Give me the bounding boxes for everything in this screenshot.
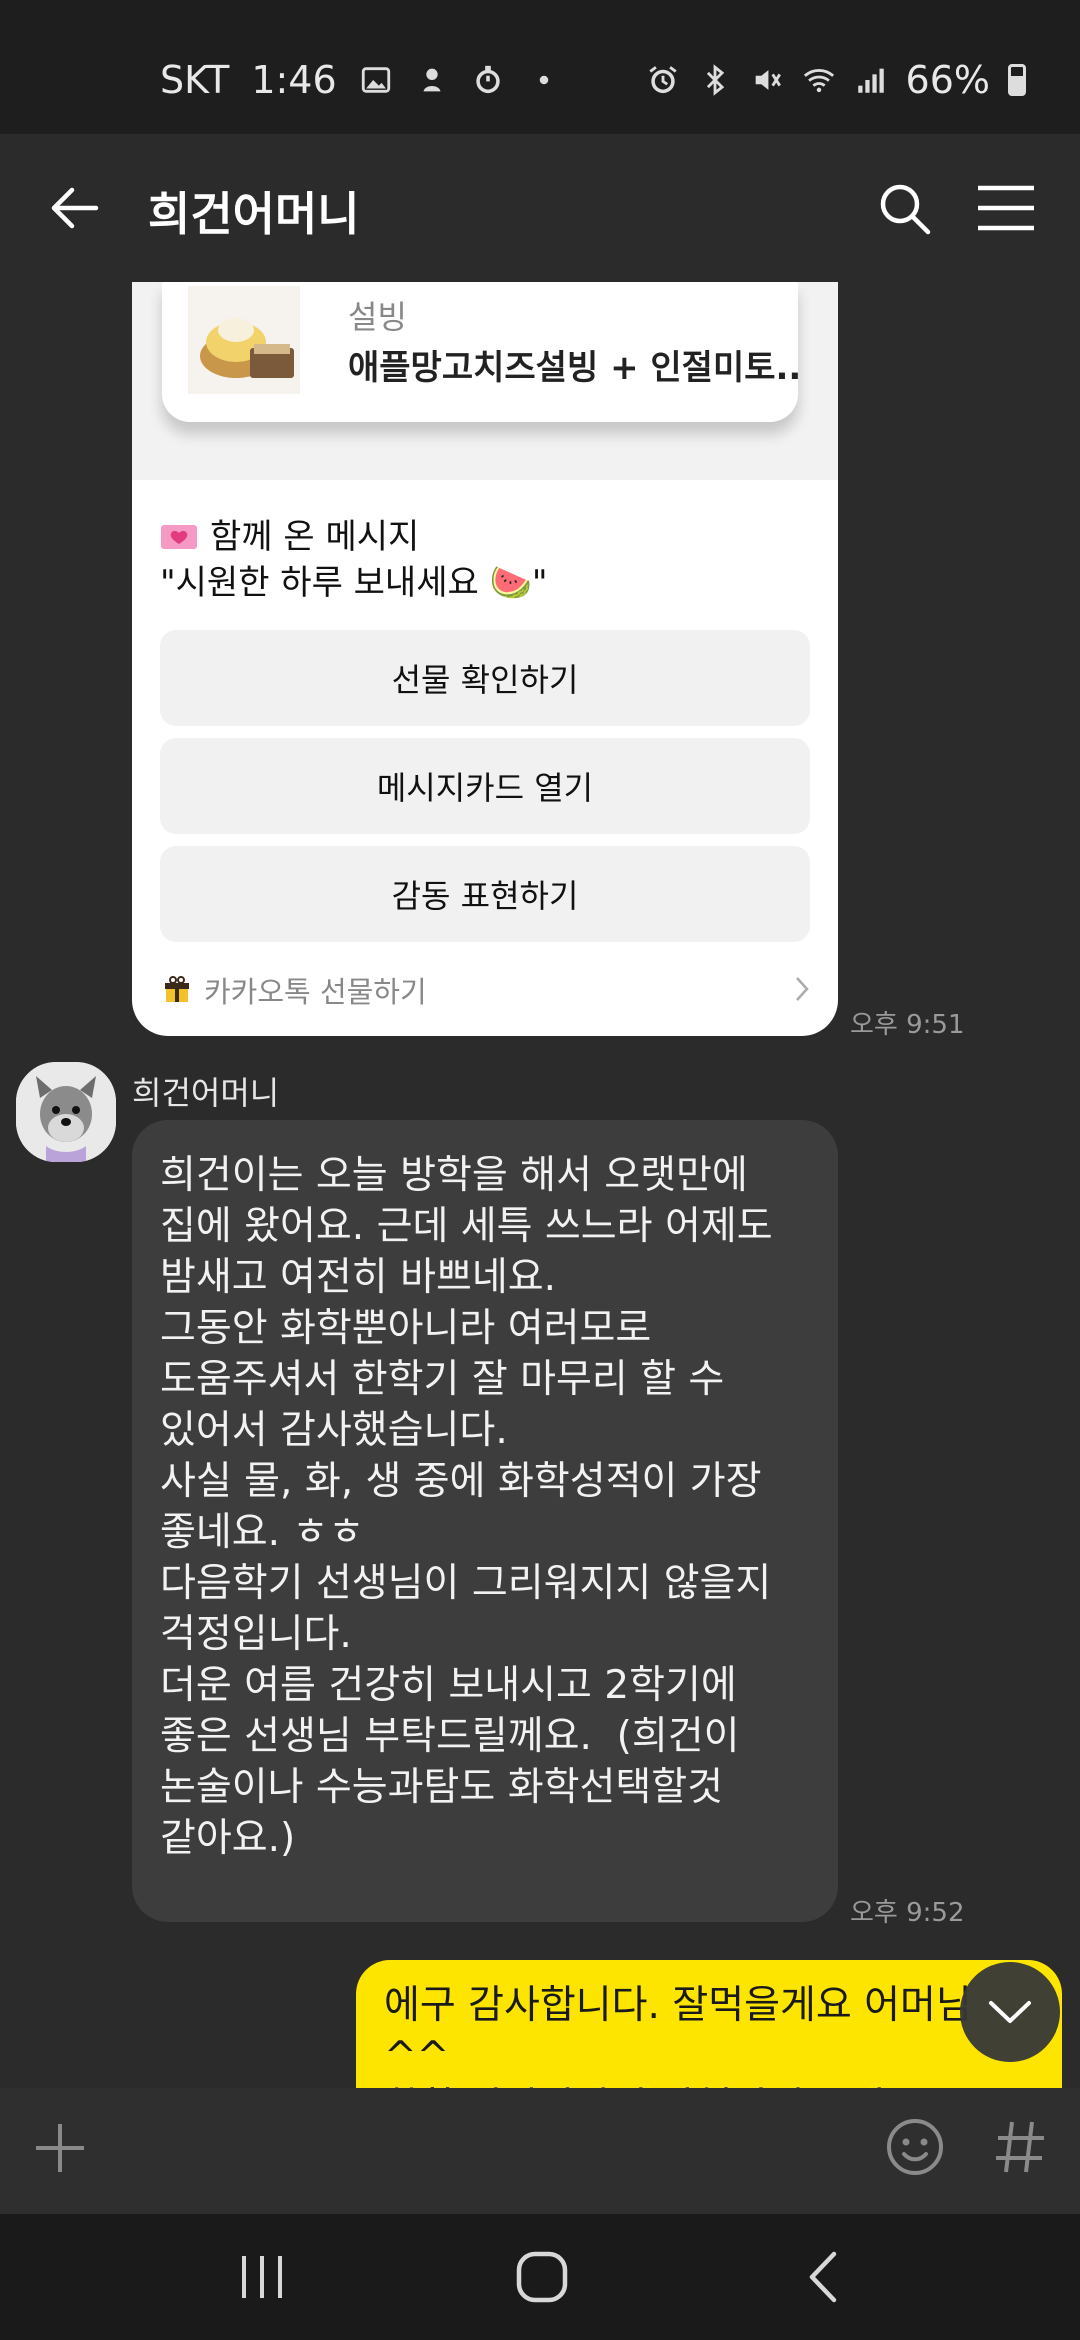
battery-percent: 66% xyxy=(905,58,990,102)
home-icon[interactable] xyxy=(502,2244,582,2310)
alarm-icon xyxy=(648,66,677,94)
product-brand: 설빙 xyxy=(348,298,407,336)
received-message-bubble[interactable]: 희건이는 오늘 방학을 해서 오랫만에 집에 왔어요. 근데 세특 쓰느라 어제… xyxy=(132,1120,838,1922)
sender-name: 희건어머니 xyxy=(132,1074,280,1112)
gift-message: 함께 온 메시지 "시원한 하루 보내세요 🍉" xyxy=(160,514,548,606)
gift-product-area: 설빙 애플망고치즈설빙 + 인절미토.. xyxy=(132,282,838,480)
scroll-down-button[interactable] xyxy=(960,1962,1060,2062)
system-nav-bar xyxy=(0,2214,1080,2340)
hamburger-icon[interactable] xyxy=(970,172,1042,244)
heart-letter-icon xyxy=(161,525,197,549)
status-bar: SKT 1:46 66% xyxy=(0,0,1080,134)
battery-icon xyxy=(1008,64,1026,96)
bluetooth-icon xyxy=(706,64,724,96)
dot-icon xyxy=(539,75,548,85)
plus-icon[interactable] xyxy=(30,2118,90,2178)
notification-app-icon xyxy=(423,68,441,92)
sent-message-text: 에구 감사합니다. 잘먹을게요 어머님^^ 화학 잘나왔다니 다행이네요 다른 xyxy=(384,1983,972,2088)
message-text: "시원한 하루 보내세요 🍉" xyxy=(160,563,548,603)
received-message-time: 오후 9:52 xyxy=(850,1898,965,1928)
gift-product-card[interactable]: 설빙 애플망고치즈설빙 + 인절미토.. xyxy=(162,282,802,422)
arrow-left-icon[interactable] xyxy=(40,172,112,244)
search-icon[interactable] xyxy=(868,172,940,244)
mute-icon xyxy=(755,70,781,90)
clock: 1:46 xyxy=(251,58,337,102)
open-message-card-button[interactable]: 메시지카드 열기 xyxy=(160,738,810,834)
gift-footer-link[interactable]: 카카오톡 선물하기 xyxy=(162,970,812,1010)
message-input-bar[interactable] xyxy=(0,2088,1080,2214)
express-thanks-button[interactable]: 감동 표현하기 xyxy=(160,846,810,942)
message-label: 함께 온 메시지 xyxy=(210,517,420,557)
product-image xyxy=(188,286,300,394)
signal-icon xyxy=(857,68,884,93)
gift-time: 오후 9:51 xyxy=(850,1010,965,1040)
carrier-label: SKT xyxy=(160,58,230,102)
timer-icon xyxy=(475,65,500,94)
confirm-gift-button[interactable]: 선물 확인하기 xyxy=(160,630,810,726)
gallery-icon xyxy=(361,67,390,93)
gift-box-icon xyxy=(165,976,189,1002)
status-left: SKT 1:46 xyxy=(160,58,561,102)
gift-card[interactable]: 설빙 애플망고치즈설빙 + 인절미토.. 함께 온 메시지 "시원한 하루 보내… xyxy=(132,282,838,1036)
back-nav-icon[interactable] xyxy=(784,2244,864,2310)
wifi-icon xyxy=(803,69,834,93)
hash-icon[interactable] xyxy=(990,2112,1050,2182)
gift-footer-label: 카카오톡 선물하기 xyxy=(204,975,427,1009)
recent-apps-icon[interactable] xyxy=(222,2244,302,2310)
chat-title: 희건어머니 xyxy=(148,187,360,241)
emoji-icon[interactable] xyxy=(880,2112,950,2182)
chat-header: 희건어머니 xyxy=(0,134,1080,282)
sent-message-bubble[interactable]: 에구 감사합니다. 잘먹을게요 어머님^^ 화학 잘나왔다니 다행이네요 다른 xyxy=(356,1960,1062,2088)
avatar[interactable] xyxy=(16,1062,116,1162)
chat-area[interactable]: 설빙 애플망고치즈설빙 + 인절미토.. 함께 온 메시지 "시원한 하루 보내… xyxy=(0,282,1080,2088)
product-name: 애플망고치즈설빙 + 인절미토.. xyxy=(348,348,802,388)
status-right: 66% xyxy=(646,58,1026,102)
chevron-right-icon xyxy=(796,977,809,1001)
received-message-text: 희건이는 오늘 방학을 해서 오랫만에 집에 왔어요. 근데 세특 쓰느라 어제… xyxy=(160,1153,773,1861)
chevron-down-icon xyxy=(989,2001,1031,2023)
